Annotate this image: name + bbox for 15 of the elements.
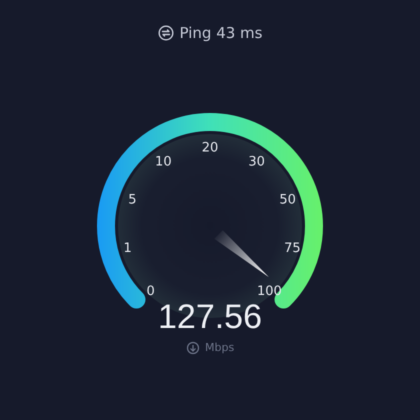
gauge-tick-label: 1 bbox=[123, 240, 132, 256]
gauge-tick-label: 50 bbox=[279, 192, 296, 207]
gauge-tick-label: 5 bbox=[128, 192, 137, 207]
gauge-tick-label: 30 bbox=[248, 154, 265, 170]
ping-icon bbox=[158, 25, 174, 42]
gauge-tick-label: 20 bbox=[202, 140, 218, 156]
gauge-tick-label: 75 bbox=[284, 240, 301, 256]
gauge-tick-label: 10 bbox=[155, 154, 172, 170]
download-icon bbox=[186, 341, 200, 354]
ping-label: Ping 43 ms bbox=[180, 23, 262, 44]
gauge-tick-label: 0 bbox=[146, 283, 155, 298]
speed-unit: Mbps bbox=[205, 340, 234, 354]
speed-reading: 127.56 bbox=[158, 297, 262, 336]
gauge-needle bbox=[214, 230, 269, 277]
gauge-tick-label: 100 bbox=[256, 283, 282, 298]
